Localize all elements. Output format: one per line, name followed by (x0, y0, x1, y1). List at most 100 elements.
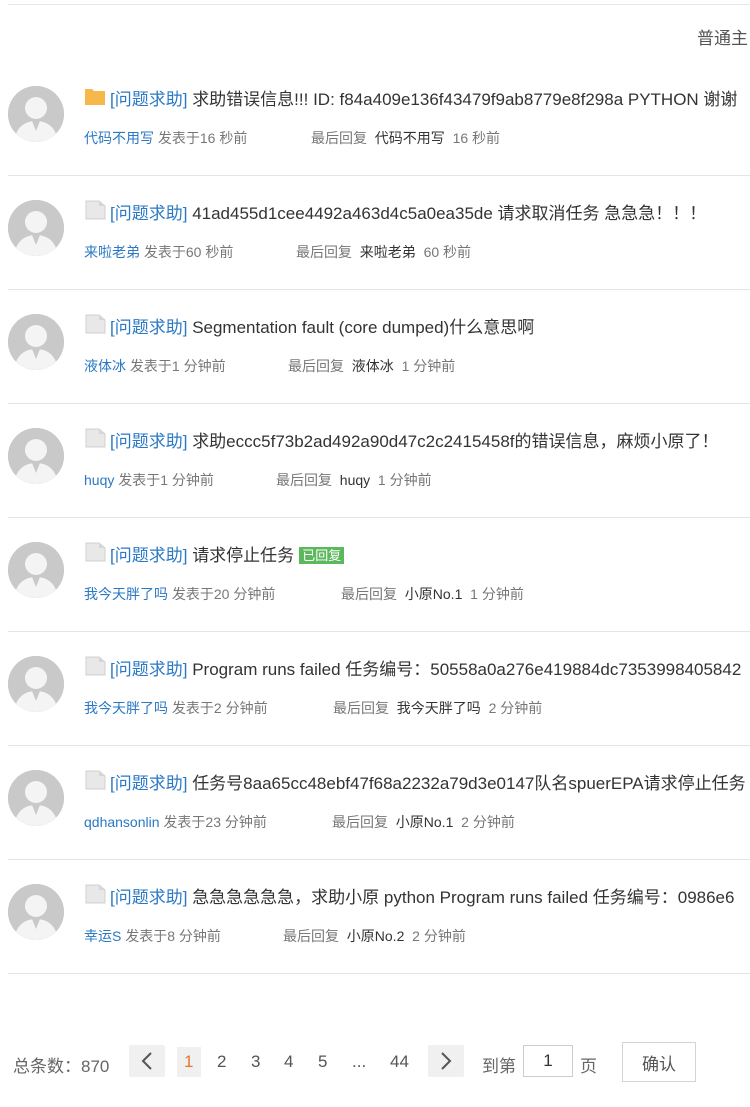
page-4[interactable]: 4 (284, 1052, 293, 1072)
avatar[interactable] (8, 314, 64, 370)
avatar[interactable] (8, 884, 64, 940)
person-icon (8, 314, 64, 370)
last-reply: 最后回复 小原No.2 2 分钟前 (283, 927, 466, 945)
post-item: [问题求助] 求助eccc5f73b2ad492a90d47c2c2415458… (8, 404, 750, 518)
last-reply-time: 60 秒前 (423, 244, 472, 260)
post-meta: huqy 发表于1 分钟前 最后回复 huqy 1 分钟前 (84, 471, 432, 489)
last-reply-user[interactable]: 小原No.2 (347, 928, 405, 944)
post-author[interactable]: 我今天胖了吗 (84, 586, 168, 602)
avatar[interactable] (8, 770, 64, 826)
person-icon (8, 86, 64, 142)
post-title[interactable]: 急急急急急急，求助小原 python Program runs failed 任… (192, 888, 734, 907)
post-tag[interactable]: [问题求助] (110, 660, 187, 679)
post-tag[interactable]: [问题求助] (110, 204, 187, 223)
post-time: 发表于1 分钟前 (118, 472, 214, 488)
post-item: [问题求助] Program runs failed 任务编号：50558a0a… (8, 632, 750, 746)
post-author[interactable]: huqy (84, 472, 114, 488)
chevron-right-icon (441, 1052, 452, 1070)
page-suffix-label: 页 (580, 1057, 597, 1076)
post-tag[interactable]: [问题求助] (110, 888, 187, 907)
last-reply-time: 1 分钟前 (470, 586, 524, 602)
post-title[interactable]: 求助错误信息!!! ID: f84a409e136f43479f9ab8779e… (192, 90, 737, 109)
last-reply-user[interactable]: 液体冰 (352, 358, 394, 374)
post-tag[interactable]: [问题求助] (110, 546, 187, 565)
last-reply-label: 最后回复 (341, 586, 397, 602)
post-title[interactable]: 41ad455d1cee4492a463d4c5a0ea35de 请求取消任务 … (192, 204, 706, 223)
page-44[interactable]: 44 (390, 1052, 409, 1072)
post-tag[interactable]: [问题求助] (110, 318, 187, 337)
post-item: [问题求助] 急急急急急急，求助小原 python Program runs f… (8, 860, 750, 974)
last-reply: 最后回复 我今天胖了吗 2 分钟前 (333, 699, 542, 717)
last-reply-label: 最后回复 (311, 130, 367, 146)
prev-page-button[interactable] (129, 1045, 165, 1077)
last-reply-user[interactable]: huqy (340, 472, 370, 488)
last-reply: 最后回复 huqy 1 分钟前 (276, 471, 432, 489)
document-icon (84, 542, 106, 569)
post-time: 发表于23 分钟前 (163, 814, 267, 830)
post-title[interactable]: 请求停止任务 (192, 546, 294, 565)
last-reply: 最后回复 来啦老弟 60 秒前 (296, 243, 471, 261)
avatar[interactable] (8, 200, 64, 256)
post-tag[interactable]: [问题求助] (110, 90, 187, 109)
replied-badge: 已回复 (299, 547, 345, 564)
last-reply-user[interactable]: 小原No.1 (405, 586, 463, 602)
last-reply-user[interactable]: 代码不用写 (375, 130, 445, 146)
post-tag[interactable]: [问题求助] (110, 774, 187, 793)
post-list: [问题求助] 求助错误信息!!! ID: f84a409e136f43479f9… (0, 62, 750, 974)
post-time: 发表于2 分钟前 (171, 700, 268, 716)
last-reply-time: 1 分钟前 (401, 358, 456, 374)
post-title[interactable]: Program runs failed 任务编号：50558a0a276e419… (192, 660, 741, 679)
post-item: [问题求助] 41ad455d1cee4492a463d4c5a0ea35de … (8, 176, 750, 290)
post-author[interactable]: 幸运S (84, 928, 121, 944)
post-title[interactable]: 求助eccc5f73b2ad492a90d47c2c2415458f的错误信息，… (192, 432, 718, 451)
last-reply-user[interactable]: 我今天胖了吗 (397, 700, 481, 716)
post-meta: 液体冰 发表于1 分钟前 最后回复 液体冰 1 分钟前 (84, 357, 455, 375)
document-icon (84, 884, 106, 911)
avatar[interactable] (8, 86, 64, 142)
avatar[interactable] (8, 542, 64, 598)
post-meta: 来啦老弟 发表于60 秒前 最后回复 来啦老弟 60 秒前 (84, 243, 471, 261)
post-title-line: [问题求助] 求助eccc5f73b2ad492a90d47c2c2415458… (84, 428, 719, 455)
post-author[interactable]: 来啦老弟 (84, 244, 140, 260)
folder-icon (84, 86, 106, 113)
last-reply-time: 16 秒前 (452, 130, 501, 146)
last-reply: 最后回复 代码不用写 16 秒前 (311, 129, 500, 147)
last-reply: 最后回复 液体冰 1 分钟前 (288, 357, 455, 375)
post-time: 发表于20 分钟前 (171, 586, 276, 602)
page-1[interactable]: 1 (184, 1052, 193, 1072)
last-reply-label: 最后回复 (296, 244, 352, 260)
post-meta: 幸运S 发表于8 分钟前 最后回复 小原No.2 2 分钟前 (84, 927, 466, 945)
person-icon (8, 542, 64, 598)
document-icon (84, 314, 106, 341)
post-meta: 我今天胖了吗 发表于20 分钟前 最后回复 小原No.1 1 分钟前 (84, 585, 524, 603)
post-time: 发表于1 分钟前 (129, 358, 226, 374)
post-meta: qdhansonlin 发表于23 分钟前 最后回复 小原No.1 2 分钟前 (84, 813, 515, 831)
post-author[interactable]: 液体冰 (84, 358, 126, 374)
post-author[interactable]: 代码不用写 (84, 130, 154, 146)
post-tag[interactable]: [问题求助] (110, 432, 187, 451)
avatar[interactable] (8, 428, 64, 484)
post-title[interactable]: 任务号8aa65cc48ebf47f68a2232a79d3e0147队名spu… (192, 774, 745, 793)
post-author[interactable]: 我今天胖了吗 (84, 700, 168, 716)
last-reply-label: 最后回复 (333, 700, 389, 716)
last-reply: 最后回复 小原No.1 2 分钟前 (332, 813, 515, 831)
post-title[interactable]: Segmentation fault (core dumped)什么意思啊 (192, 318, 534, 337)
post-author[interactable]: qdhansonlin (84, 814, 160, 830)
person-icon (8, 428, 64, 484)
document-icon (84, 656, 106, 683)
last-reply-time: 2 分钟前 (412, 928, 466, 944)
page-3[interactable]: 3 (251, 1052, 260, 1072)
last-reply: 最后回复 小原No.1 1 分钟前 (341, 585, 524, 603)
mode-tab[interactable]: 普通主 (697, 24, 748, 49)
confirm-button[interactable]: 确认 (622, 1042, 696, 1082)
last-reply-user[interactable]: 小原No.1 (396, 814, 454, 830)
avatar[interactable] (8, 656, 64, 712)
last-reply-time: 2 分钟前 (488, 700, 543, 716)
last-reply-user[interactable]: 来啦老弟 (360, 244, 416, 260)
goto-page-input[interactable] (523, 1045, 573, 1077)
page-5[interactable]: 5 (318, 1052, 327, 1072)
next-page-button[interactable] (428, 1045, 464, 1077)
post-title-line: [问题求助] 任务号8aa65cc48ebf47f68a2232a79d3e01… (84, 770, 746, 797)
page-2[interactable]: 2 (217, 1052, 226, 1072)
last-reply-label: 最后回复 (283, 928, 339, 944)
